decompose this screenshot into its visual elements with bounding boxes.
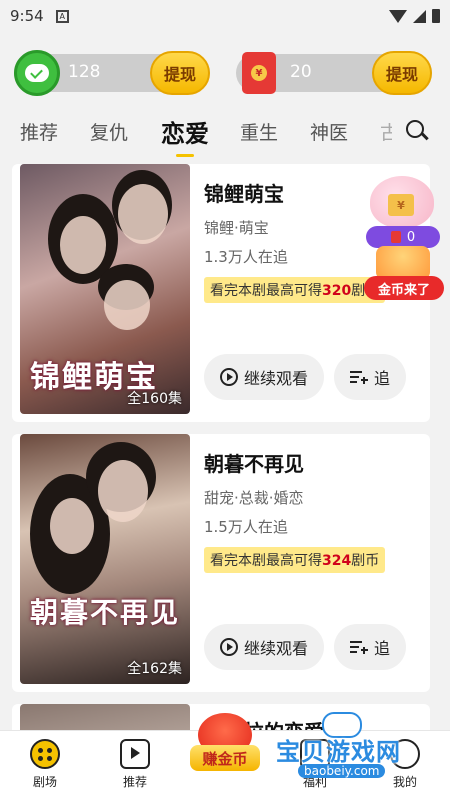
notification-app-icon: A	[55, 9, 69, 23]
reward-badge: 看完本剧最高可得320剧币	[204, 277, 386, 303]
wifi-icon	[389, 9, 407, 23]
follow-button[interactable]: 追	[334, 354, 406, 400]
continue-watching-button[interactable]: 继续观看	[204, 354, 324, 400]
drama-info: 朝暮不再见 甜宠·总裁·婚恋 1.5万人在追 看完本剧最高可得324剧币	[204, 448, 386, 573]
tab-rebirth[interactable]: 重生	[240, 118, 278, 145]
card-actions: 继续观看 追	[204, 624, 406, 670]
play-icon	[120, 739, 150, 769]
coin-icon: ¥	[251, 65, 267, 81]
piggy-bank-icon: ¥	[370, 176, 434, 228]
signal-icon	[413, 9, 426, 23]
nav-drama[interactable]: 剧场	[10, 739, 80, 790]
category-tabs: 推荐 复仇 恋爱 重生 神医 古	[0, 110, 450, 160]
tab-revenge[interactable]: 复仇	[90, 118, 128, 145]
redpacket-withdraw-button[interactable]: 提现	[372, 51, 432, 95]
add-to-list-icon	[349, 370, 368, 384]
wechat-balance-pill[interactable]: 128 提现	[14, 50, 210, 96]
play-circle-icon	[219, 638, 238, 656]
drama-card[interactable]: 朝暮不再见 全162集 朝暮不再见 甜宠·总裁·婚恋 1.5万人在追 看完本剧最…	[12, 434, 430, 692]
status-bar: 9:54 A	[0, 0, 450, 32]
poster-title-art: 朝暮不再见	[30, 596, 181, 629]
drama-poster[interactable]: 锦鲤萌宝 全160集	[20, 164, 190, 414]
wechat-withdraw-button[interactable]: 提现	[150, 51, 210, 95]
redpacket-balance-pill[interactable]: ¥ 20 提现	[236, 51, 432, 95]
drama-poster[interactable]: 朝暮不再见 全162集	[20, 434, 190, 684]
episode-count: 全160集	[127, 391, 182, 407]
wechat-amount: 128	[68, 62, 101, 82]
tab-romance[interactable]: 恋爱	[161, 114, 209, 149]
nav-recommend[interactable]: 推荐	[100, 739, 170, 790]
coins-arrived-label: 金币来了	[364, 276, 444, 300]
treasure-chest-icon	[376, 246, 430, 280]
watermark-brand: 宝贝游戏网	[276, 738, 401, 766]
tab-doctor[interactable]: 神医	[310, 118, 348, 145]
drama-title: 锦鲤萌宝	[204, 182, 284, 206]
reward-badge: 看完本剧最高可得324剧币	[204, 547, 386, 573]
red-packet-icon	[390, 231, 401, 243]
drama-followers: 1.5万人在追	[204, 518, 288, 536]
episode-count: 全162集	[127, 661, 182, 677]
drama-icon	[30, 739, 60, 769]
continue-watching-button[interactable]: 继续观看	[204, 624, 324, 670]
floating-coin-count: 0	[366, 226, 440, 248]
drama-title: 朝暮不再见	[204, 452, 304, 476]
tab-recommend[interactable]: 推荐	[20, 118, 58, 145]
search-icon[interactable]	[406, 120, 429, 142]
site-watermark: 宝贝游戏网 baobeiy.com	[272, 712, 442, 778]
active-tab-indicator	[176, 154, 194, 157]
wechat-icon	[14, 50, 60, 96]
redpacket-amount: 20	[290, 62, 312, 82]
watermark-url: baobeiy.com	[298, 764, 386, 778]
drama-info: 锦鲤萌宝 锦鲤·萌宝 1.3万人在追 看完本剧最高可得320剧币	[204, 178, 386, 303]
floating-coin-reward[interactable]: ¥ 0 金币来了	[364, 170, 444, 302]
drama-followers: 1.3万人在追	[204, 248, 288, 266]
card-actions: 继续观看 追	[204, 354, 406, 400]
drama-tags: 甜宠·总裁·婚恋	[204, 489, 304, 507]
drama-tags: 锦鲤·萌宝	[204, 219, 269, 237]
battery-icon	[432, 9, 440, 23]
add-to-list-icon	[349, 640, 368, 654]
status-time: 9:54	[10, 7, 44, 25]
red-packet-icon: ¥	[236, 50, 282, 96]
play-circle-icon	[219, 368, 238, 386]
follow-button[interactable]: 追	[334, 624, 406, 670]
tab-ancient[interactable]: 古	[380, 118, 392, 145]
wallet-row: 128 提现 ¥ 20 提现	[14, 50, 436, 96]
nav-earn-coins[interactable]: 赚金币	[190, 713, 260, 779]
status-indicators	[389, 9, 440, 23]
